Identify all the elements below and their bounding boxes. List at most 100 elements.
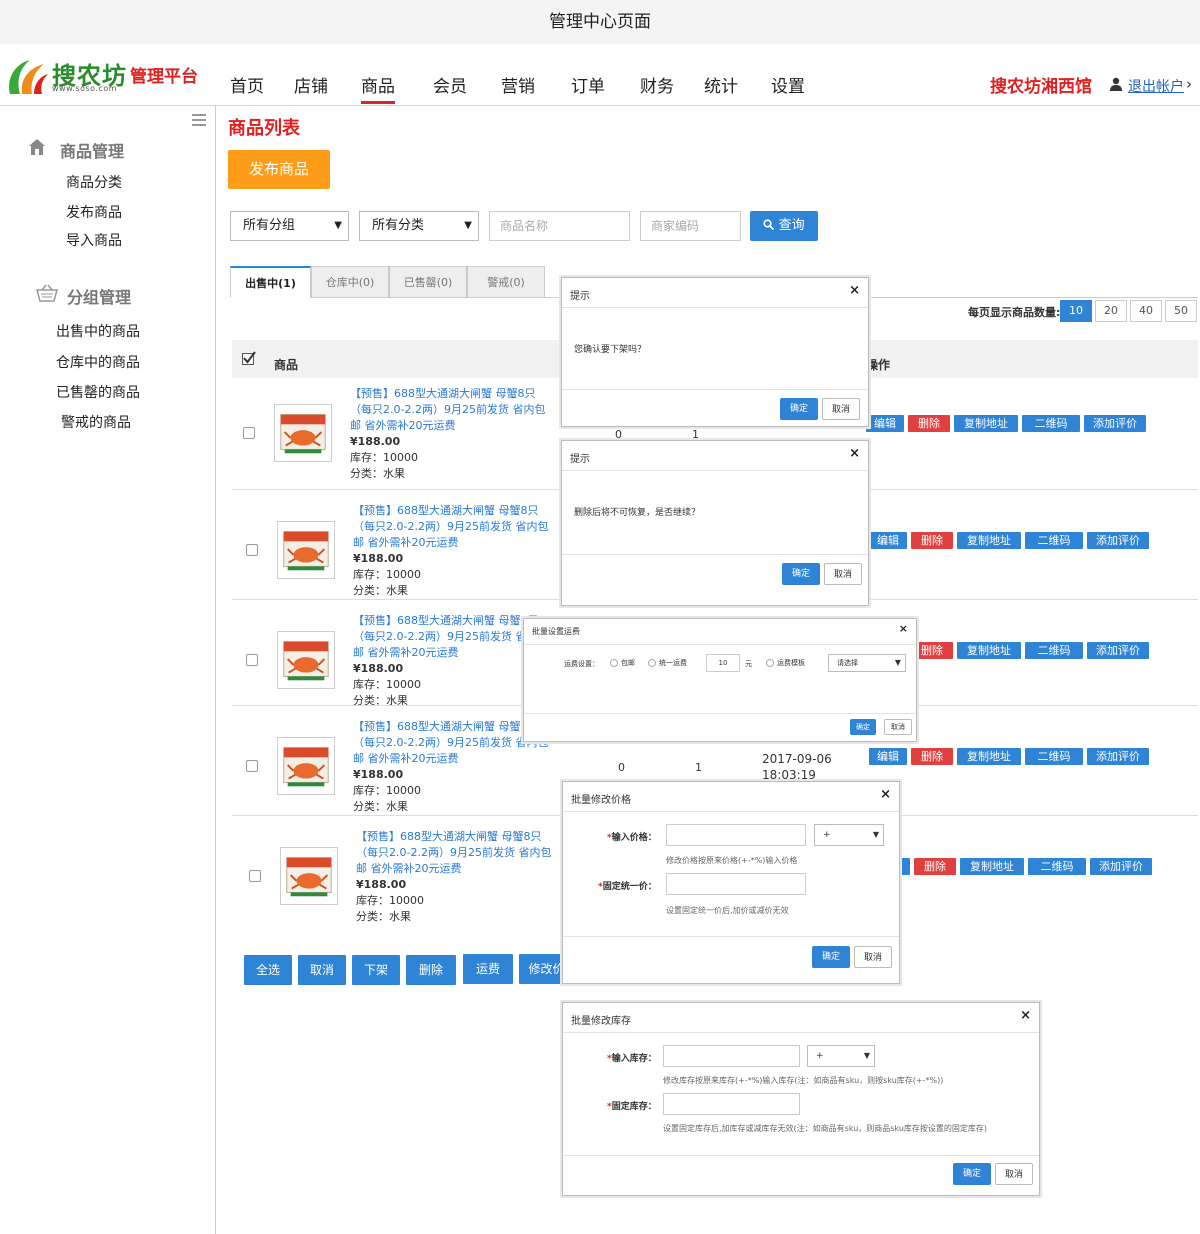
sidebar-item-warehouse[interactable]: 仓库中的商品 (56, 352, 140, 372)
nav-item-members[interactable]: 会员 (433, 72, 467, 97)
delete-button[interactable]: 删除 (914, 858, 956, 875)
radio-free-shipping[interactable]: 包邮 (610, 658, 635, 668)
radio-template[interactable]: 运费模板 (766, 658, 805, 668)
take-down-button[interactable]: 下架 (352, 955, 400, 985)
confirm-button[interactable]: 确定 (782, 563, 820, 585)
query-button[interactable]: 查询 (750, 211, 818, 241)
fixed-price-input[interactable] (666, 873, 806, 895)
row-checkbox[interactable] (246, 654, 258, 666)
select-all-button[interactable]: 全选 (244, 955, 292, 985)
radio-fixed-freight[interactable]: 统一运费 (648, 658, 687, 668)
merchant-code-input[interactable]: 商家编码 (640, 211, 741, 241)
add-review-button[interactable]: 添加评价 (1087, 748, 1149, 765)
cancel-button[interactable]: 取消 (824, 563, 862, 585)
group-select[interactable]: 所有分组 ▼ (230, 211, 349, 241)
copy-url-button[interactable]: 复制地址 (957, 642, 1021, 659)
row-checkbox[interactable] (243, 427, 255, 439)
product-title-link[interactable]: 【预售】688型大通湖大闸蟹 母蟹8只（每只2.0-2.2两）9月25前发货 省… (356, 829, 556, 877)
tab-sold-out[interactable]: 已售罄(0) (389, 266, 467, 298)
nav-item-orders[interactable]: 订单 (571, 72, 605, 97)
qrcode-button[interactable]: 二维码 (1025, 532, 1083, 549)
cancel-button[interactable]: 取消 (884, 719, 912, 735)
product-thumbnail[interactable] (274, 404, 332, 462)
sidebar-item-sold-out[interactable]: 已售罄的商品 (56, 382, 140, 402)
logout-link[interactable]: 退出帐户 (1128, 76, 1184, 96)
edit-button[interactable]: 编辑 (869, 532, 907, 549)
cancel-button[interactable]: 取消 (854, 946, 892, 968)
stock-operator-select[interactable]: + ▼ (807, 1045, 875, 1067)
confirm-button[interactable]: 确定 (780, 398, 818, 420)
row-checkbox[interactable] (249, 870, 261, 882)
freight-amount-input[interactable]: 10 (706, 654, 740, 672)
stock-input[interactable] (663, 1045, 800, 1067)
tab-on-sale[interactable]: 出售中(1) (230, 266, 311, 298)
delete-button[interactable]: 删除 (911, 748, 953, 765)
add-review-button[interactable]: 添加评价 (1090, 858, 1152, 875)
product-thumbnail[interactable] (277, 631, 335, 689)
publish-button[interactable]: 发布商品 (228, 150, 330, 189)
close-icon[interactable]: × (880, 787, 891, 802)
nav-item-stats[interactable]: 统计 (704, 72, 738, 97)
close-icon[interactable]: × (899, 622, 908, 635)
qrcode-button[interactable]: 二维码 (1022, 415, 1080, 432)
close-icon[interactable]: × (849, 446, 860, 461)
qrcode-button[interactable]: 二维码 (1025, 642, 1083, 659)
sidebar-item-import[interactable]: 导入商品 (66, 230, 122, 250)
nav-item-settings[interactable]: 设置 (771, 72, 805, 97)
delete-button[interactable]: 删除 (911, 532, 953, 549)
freight-button[interactable]: 运费 (463, 954, 513, 984)
copy-url-button[interactable]: 复制地址 (957, 748, 1021, 765)
close-icon[interactable]: × (1020, 1008, 1031, 1023)
row-checkbox[interactable] (246, 760, 258, 772)
page-size-40[interactable]: 40 (1130, 300, 1162, 322)
page-size-20[interactable]: 20 (1095, 300, 1127, 322)
row-checkbox[interactable] (246, 544, 258, 556)
nav-item-shop[interactable]: 店铺 (294, 72, 328, 97)
product-title-link[interactable]: 【预售】688型大通湖大闸蟹 母蟹8只（每只2.0-2.2两）9月25前发货 省… (353, 503, 553, 551)
checkbox-checked-icon[interactable] (242, 351, 256, 365)
nav-item-finance[interactable]: 财务 (640, 72, 674, 97)
freight-template-select[interactable]: 请选择 ▼ (828, 654, 906, 672)
sidebar-item-alert[interactable]: 警戒的商品 (61, 412, 131, 432)
cancel-button[interactable]: 取消 (822, 398, 860, 420)
sidebar-item-category[interactable]: 商品分类 (66, 172, 122, 192)
confirm-button[interactable]: 确定 (850, 719, 876, 735)
page-size-50[interactable]: 50 (1165, 300, 1197, 322)
delete-button[interactable]: 删除 (908, 415, 950, 432)
fixed-stock-input[interactable] (663, 1093, 800, 1115)
confirm-button[interactable]: 确定 (953, 1163, 991, 1185)
edit-button[interactable]: 编辑 (866, 415, 904, 432)
price-operator-select[interactable]: + ▼ (814, 824, 884, 846)
delete-button[interactable]: 删除 (911, 642, 953, 659)
category-select[interactable]: 所有分类 ▼ (359, 211, 479, 241)
nav-item-home[interactable]: 首页 (230, 72, 264, 97)
bulk-delete-button[interactable]: 删除 (406, 955, 456, 985)
price-input[interactable] (666, 824, 806, 846)
qrcode-button[interactable]: 二维码 (1028, 858, 1086, 875)
qrcode-button[interactable]: 二维码 (1025, 748, 1083, 765)
add-review-button[interactable]: 添加评价 (1084, 415, 1146, 432)
tab-alert[interactable]: 警戒(0) (467, 266, 545, 298)
sidebar-item-publish[interactable]: 发布商品 (66, 202, 122, 222)
sidebar-item-on-sale[interactable]: 出售中的商品 (56, 321, 140, 341)
menu-icon[interactable] (192, 114, 206, 126)
product-thumbnail[interactable] (280, 847, 338, 905)
tab-warehouse[interactable]: 仓库中(0) (311, 266, 389, 298)
product-thumbnail[interactable] (277, 521, 335, 579)
close-icon[interactable]: × (849, 283, 860, 298)
add-review-button[interactable]: 添加评价 (1087, 532, 1149, 549)
confirm-button[interactable]: 确定 (812, 946, 850, 968)
copy-url-button[interactable]: 复制地址 (954, 415, 1018, 432)
nav-item-marketing[interactable]: 营销 (501, 72, 535, 97)
cancel-button[interactable]: 取消 (995, 1163, 1033, 1185)
add-review-button[interactable]: 添加评价 (1087, 642, 1149, 659)
copy-url-button[interactable]: 复制地址 (960, 858, 1024, 875)
page-size-10[interactable]: 10 (1060, 300, 1092, 322)
product-title-link[interactable]: 【预售】688型大通湖大闸蟹 母蟹8只（每只2.0-2.2两）9月25前发货 省… (350, 386, 550, 434)
product-thumbnail[interactable] (277, 737, 335, 795)
deselect-button[interactable]: 取消 (298, 955, 346, 985)
nav-item-goods[interactable]: 商品 (361, 72, 395, 104)
edit-button[interactable]: 编辑 (869, 748, 907, 765)
copy-url-button[interactable]: 复制地址 (957, 532, 1021, 549)
goods-name-input[interactable]: 商品名称 (489, 211, 630, 241)
